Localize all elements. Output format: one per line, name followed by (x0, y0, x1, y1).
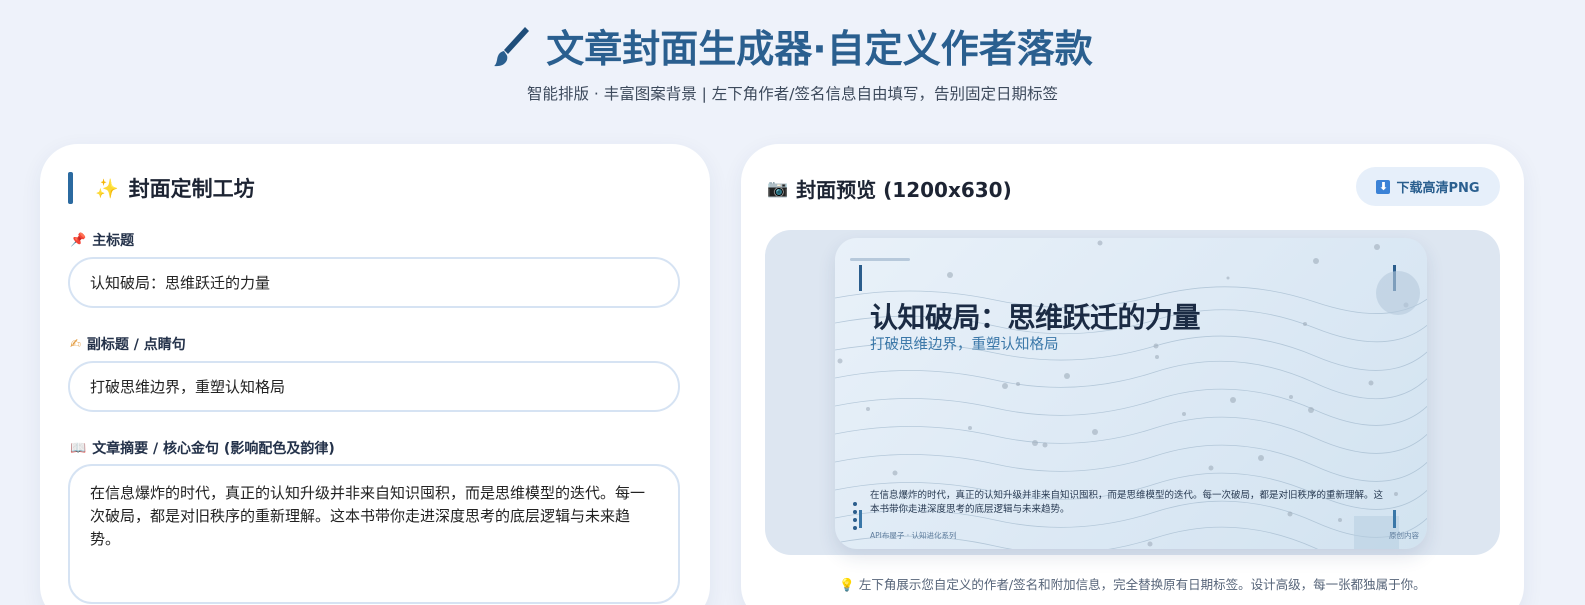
preview-stage: 认知破局：思维跃迁的力量 打破思维边界，重塑认知格局 在信息爆炸的时代，真正的认… (765, 230, 1500, 555)
form-panel: ✨ 封面定制工坊 📌 主标题 认知破局：思维跃迁的力量 ✍ 副标题 / 点睛句 … (40, 144, 710, 605)
form-section-title-text: 封面定制工坊 (128, 177, 255, 201)
subtitle-label: ✍ 副标题 / 点睛句 (70, 334, 186, 354)
preview-title-text: 封面预览 (1200x630) (796, 178, 1012, 202)
title-input[interactable]: 认知破局：思维跃迁的力量 (68, 257, 680, 308)
summary-textarea[interactable]: 在信息爆炸的时代，真正的认知升级并非来自知识囤积，而是思维模型的迭代。每一次破局… (68, 464, 680, 604)
title-input-value: 认知破局：思维跃迁的力量 (90, 274, 271, 292)
open-book-icon: 📖 (70, 440, 87, 456)
preview-tip: 💡 左下角展示您自定义的作者/签名和附加信息，完全替换原有日期标签。设计高级，每… (741, 574, 1524, 593)
form-section-title: ✨ 封面定制工坊 (68, 172, 255, 204)
summary-textarea-value: 在信息爆炸的时代，真正的认知升级并非来自知识囤积，而是思维模型的迭代。每一次破局… (90, 484, 646, 548)
cover-extra-info: 原创内容 (1389, 531, 1419, 540)
subtitle-input-value: 打破思维边界，重塑认知格局 (90, 378, 286, 396)
camera-icon: 📷 (767, 178, 789, 199)
download-icon: ⬇ (1376, 179, 1391, 194)
page-title-text: 文章封面生成器·自定义作者落款 (546, 27, 1093, 71)
page-subtitle: 智能排版 · 丰富图案背景 | 左下角作者/签名信息自由填写，告别固定日期标签 (526, 85, 1059, 103)
download-button-label: 下载高清PNG (1396, 181, 1480, 196)
sparkles-icon: ✨ (95, 177, 119, 200)
preview-panel: 📷 封面预览 (1200x630) ⬇ 下载高清PNG 认知破局：思维跃迁的力量… (741, 144, 1524, 605)
subtitle-input[interactable]: 打破思维边界，重塑认知格局 (68, 361, 680, 412)
pushpin-icon: 📌 (70, 232, 87, 248)
lightbulb-icon: 💡 (839, 577, 855, 592)
paintbrush-icon (494, 26, 530, 66)
title-label-text: 主标题 (92, 233, 135, 249)
cover-title: 认知破局：思维跃迁的力量 (870, 301, 1201, 334)
cover-canvas: 认知破局：思维跃迁的力量 打破思维边界，重塑认知格局 在信息爆炸的时代，真正的认… (835, 238, 1427, 549)
subtitle-label-text: 副标题 / 点睛句 (86, 337, 186, 353)
summary-label: 📖 文章摘要 / 核心金句 (影响配色及韵律) (70, 438, 335, 458)
preview-tip-text: 左下角展示您自定义的作者/签名和附加信息，完全替换原有日期标签。设计高级，每一张… (858, 577, 1426, 592)
cover-author-signature: API布屋子 · 认知进化系列 (870, 531, 957, 540)
cover-summary: 在信息爆炸的时代，真正的认知升级并非来自知识囤积，而是思维模型的迭代。每一次破局… (870, 490, 1384, 515)
section-accent-bar (68, 172, 73, 204)
title-label: 📌 主标题 (70, 230, 134, 250)
summary-label-text: 文章摘要 / 核心金句 (影响配色及韵律) (92, 441, 335, 457)
cover-subtitle: 打破思维边界，重塑认知格局 (870, 337, 1059, 353)
download-png-button[interactable]: ⬇ 下载高清PNG (1356, 167, 1500, 206)
preview-title: 📷 封面预览 (1200x630) (767, 174, 1012, 203)
writing-hand-icon: ✍ (70, 336, 81, 352)
page-title: 文章封面生成器·自定义作者落款 (0, 18, 1585, 73)
